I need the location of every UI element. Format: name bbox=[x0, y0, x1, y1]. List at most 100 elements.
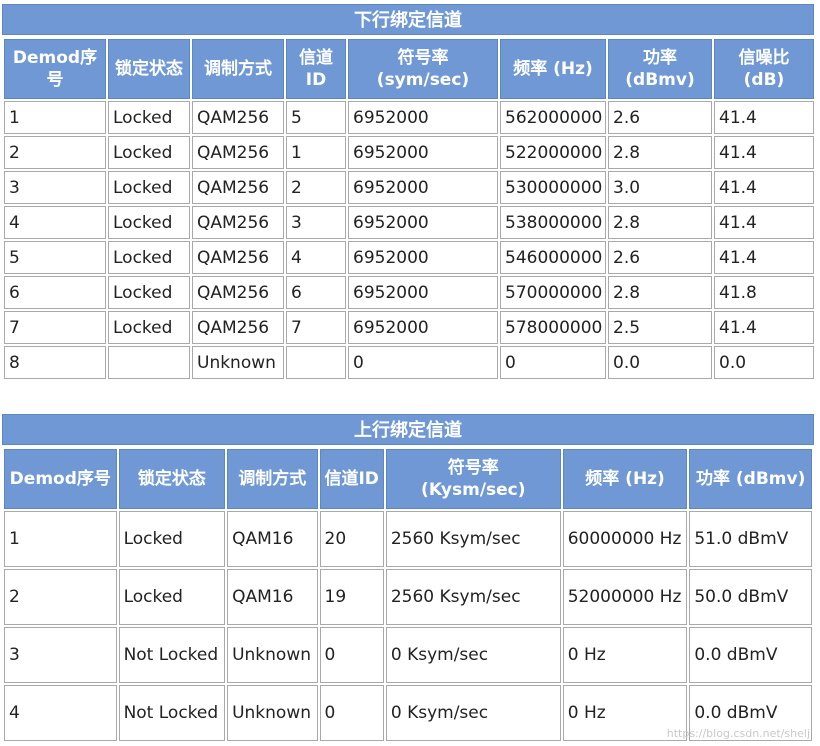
downstream-title: 下行绑定信道 bbox=[2, 4, 814, 35]
upstream-panel: 上行绑定信道 Demod序号 锁定状态 调制方式 信道ID 符号率 (Kysm/s… bbox=[2, 414, 814, 743]
downstream-table-row: 8 Unknown 0 0 0.0 0.0 bbox=[4, 346, 814, 379]
column-header: 锁定状态 bbox=[118, 449, 226, 509]
table-cell: 0 Hz bbox=[562, 627, 688, 683]
table-cell: 3 bbox=[286, 206, 346, 239]
table-cell: Locked bbox=[118, 569, 226, 625]
table-cell: 6 bbox=[4, 276, 106, 309]
table-cell: 19 bbox=[319, 569, 384, 625]
column-header: 锁定状态 bbox=[108, 39, 190, 99]
downstream-table-row: 6 Locked QAM256 6 6952000 570000000 2.8 41.8 bbox=[4, 276, 814, 309]
downstream-table-row: 4 Locked QAM256 3 6952000 538000000 2.8 41.4 bbox=[4, 206, 814, 239]
table-cell: 0 bbox=[348, 346, 498, 379]
upstream-header-row: Demod序号 锁定状态 调制方式 信道ID 符号率 (Kysm/sec) 频率 … bbox=[4, 449, 812, 509]
downstream-table-row: 3 Locked QAM256 2 6952000 530000000 3.0 41.4 bbox=[4, 171, 814, 204]
table-cell: QAM256 bbox=[192, 171, 284, 204]
table-cell: Locked bbox=[118, 511, 226, 567]
table-cell: 6952000 bbox=[348, 241, 498, 274]
table-cell: QAM256 bbox=[192, 136, 284, 169]
column-header: 符号率 (Kysm/sec) bbox=[385, 449, 561, 509]
table-cell: 2560 Ksym/sec bbox=[385, 569, 561, 625]
downstream-panel: 下行绑定信道 Demod序号 锁定状态 调制方式 信道ID 符号率 (sym/se… bbox=[2, 4, 814, 381]
column-header: 功率 (dBmv) bbox=[608, 39, 712, 99]
downstream-table: Demod序号 锁定状态 调制方式 信道ID 符号率 (sym/sec) 频率 (… bbox=[2, 37, 816, 381]
table-cell: 0 bbox=[500, 346, 606, 379]
table-cell: 4 bbox=[286, 241, 346, 274]
downstream-header-row: Demod序号 锁定状态 调制方式 信道ID 符号率 (sym/sec) 频率 (… bbox=[4, 39, 814, 99]
column-header: 信噪比 (dB) bbox=[714, 39, 814, 99]
table-cell: 546000000 bbox=[500, 241, 606, 274]
table-cell: QAM256 bbox=[192, 311, 284, 344]
table-cell: 0 bbox=[319, 685, 384, 741]
table-cell: Locked bbox=[108, 171, 190, 204]
table-cell: 2.8 bbox=[608, 206, 712, 239]
downstream-table-row: 7 Locked QAM256 7 6952000 578000000 2.5 41.4 bbox=[4, 311, 814, 344]
table-cell: QAM256 bbox=[192, 206, 284, 239]
table-cell: 3 bbox=[4, 171, 106, 204]
table-cell: 2 bbox=[4, 569, 117, 625]
table-cell: 7 bbox=[286, 311, 346, 344]
table-cell: 6952000 bbox=[348, 276, 498, 309]
table-cell: 1 bbox=[4, 101, 106, 134]
table-cell: 41.4 bbox=[714, 171, 814, 204]
table-cell: Not Locked bbox=[118, 627, 226, 683]
table-cell: 7 bbox=[4, 311, 106, 344]
column-header: 信道ID bbox=[286, 39, 346, 99]
table-cell: 530000000 bbox=[500, 171, 606, 204]
table-cell: Locked bbox=[108, 241, 190, 274]
table-cell: 8 bbox=[4, 346, 106, 379]
table-cell: QAM256 bbox=[192, 276, 284, 309]
table-cell: 51.0 dBmV bbox=[689, 511, 812, 567]
table-cell: 6 bbox=[286, 276, 346, 309]
table-cell: 0 Ksym/sec bbox=[385, 685, 561, 741]
table-cell: 41.4 bbox=[714, 136, 814, 169]
table-cell: Locked bbox=[108, 136, 190, 169]
downstream-table-row: 1 Locked QAM256 5 6952000 562000000 2.6 41.4 bbox=[4, 101, 814, 134]
table-cell: 50.0 dBmV bbox=[689, 569, 812, 625]
table-cell: 5 bbox=[286, 101, 346, 134]
table-cell: 6952000 bbox=[348, 311, 498, 344]
table-cell: 3 bbox=[4, 627, 117, 683]
table-cell: 2 bbox=[4, 136, 106, 169]
table-cell: 4 bbox=[4, 206, 106, 239]
table-cell: Unknown bbox=[227, 685, 318, 741]
table-cell: 6952000 bbox=[348, 101, 498, 134]
table-cell: 6952000 bbox=[348, 136, 498, 169]
table-cell: 578000000 bbox=[500, 311, 606, 344]
table-cell: 6952000 bbox=[348, 206, 498, 239]
table-cell: 562000000 bbox=[500, 101, 606, 134]
upstream-table: Demod序号 锁定状态 调制方式 信道ID 符号率 (Kysm/sec) 频率 … bbox=[2, 447, 814, 743]
table-cell: Not Locked bbox=[118, 685, 226, 741]
column-header: 频率 (Hz) bbox=[500, 39, 606, 99]
column-header: 功率 (dBmv) bbox=[689, 449, 812, 509]
table-cell: 2.6 bbox=[608, 241, 712, 274]
table-cell: Locked bbox=[108, 311, 190, 344]
table-cell: 2.5 bbox=[608, 311, 712, 344]
column-header: Demod序号 bbox=[4, 39, 106, 99]
table-cell: 2.8 bbox=[608, 276, 712, 309]
column-header: 信道ID bbox=[319, 449, 384, 509]
table-cell: 2.8 bbox=[608, 136, 712, 169]
table-cell: Unknown bbox=[192, 346, 284, 379]
table-cell: 0 bbox=[319, 627, 384, 683]
table-cell: 0.0 dBmV bbox=[689, 627, 812, 683]
table-cell: 6952000 bbox=[348, 171, 498, 204]
table-cell: 0.0 bbox=[608, 346, 712, 379]
upstream-table-row: 2 Locked QAM16 19 2560 Ksym/sec 52000000 Hz 50… bbox=[4, 569, 812, 625]
table-cell: 5 bbox=[4, 241, 106, 274]
table-cell: 41.4 bbox=[714, 101, 814, 134]
table-cell bbox=[108, 346, 190, 379]
table-cell: 1 bbox=[286, 136, 346, 169]
table-cell: Locked bbox=[108, 101, 190, 134]
downstream-table-row: 2 Locked QAM256 1 6952000 522000000 2.8 41.4 bbox=[4, 136, 814, 169]
column-header: Demod序号 bbox=[4, 449, 117, 509]
column-header: 频率 (Hz) bbox=[562, 449, 688, 509]
column-header: 调制方式 bbox=[227, 449, 318, 509]
table-cell: 522000000 bbox=[500, 136, 606, 169]
table-cell: 2 bbox=[286, 171, 346, 204]
table-cell: 2.6 bbox=[608, 101, 712, 134]
table-cell: 0 Ksym/sec bbox=[385, 627, 561, 683]
table-cell: 4 bbox=[4, 685, 117, 741]
table-cell: Locked bbox=[108, 206, 190, 239]
table-cell: 1 bbox=[4, 511, 117, 567]
column-header: 调制方式 bbox=[192, 39, 284, 99]
